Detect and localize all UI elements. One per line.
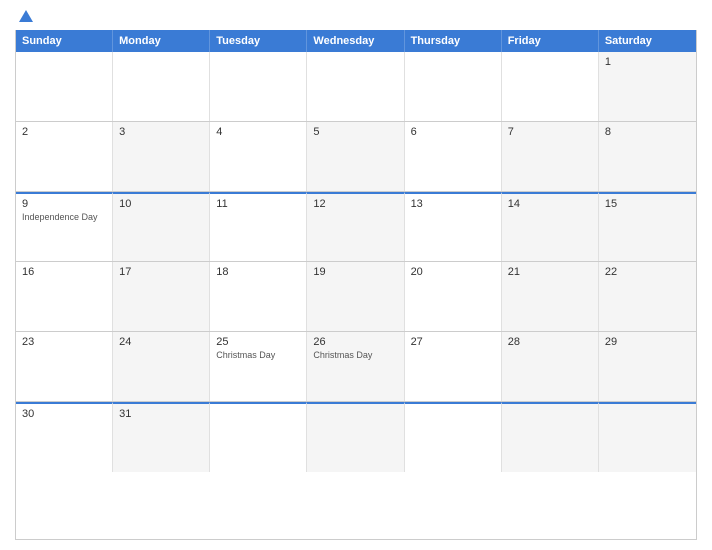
calendar-cell-r5-c1: 31: [113, 402, 210, 472]
calendar-cell-r2-c3: 12: [307, 192, 404, 261]
day-number: 8: [605, 126, 690, 138]
calendar-cell-r5-c5: [502, 402, 599, 472]
weekday-header-friday: Friday: [502, 30, 599, 52]
calendar-cell-r1-c3: 5: [307, 122, 404, 191]
calendar-cell-r3-c0: 16: [16, 262, 113, 331]
calendar-grid: SundayMondayTuesdayWednesdayThursdayFrid…: [15, 30, 697, 540]
weekday-header-thursday: Thursday: [405, 30, 502, 52]
calendar-cell-r0-c3: [307, 52, 404, 121]
day-number: 7: [508, 126, 592, 138]
weekday-header-sunday: Sunday: [16, 30, 113, 52]
day-number: 19: [313, 266, 397, 278]
logo: [15, 10, 33, 22]
day-number: 1: [605, 56, 690, 68]
calendar-row-2: 9 Independence Day 10 11 12 13 14 15: [16, 192, 696, 262]
day-number: 9: [22, 198, 106, 210]
calendar-cell-r5-c3: [307, 402, 404, 472]
calendar-cell-r4-c0: 23: [16, 332, 113, 401]
calendar-cell-r0-c0: [16, 52, 113, 121]
calendar-cell-r2-c5: 14: [502, 192, 599, 261]
weekday-header-tuesday: Tuesday: [210, 30, 307, 52]
day-number: 13: [411, 198, 495, 210]
calendar-body: 123456789Independence Day101112131415161…: [16, 52, 696, 472]
day-number: 16: [22, 266, 106, 278]
day-number: 12: [313, 198, 397, 210]
calendar-cell-r2-c0: 9 Independence Day: [16, 192, 113, 261]
calendar-cell-r1-c1: 3: [113, 122, 210, 191]
calendar-cell-r5-c0: 30: [16, 402, 113, 472]
calendar-cell-r3-c6: 22: [599, 262, 696, 331]
calendar-cell-r1-c6: 8: [599, 122, 696, 191]
calendar-cell-r4-c1: 24: [113, 332, 210, 401]
calendar-cell-r4-c5: 28: [502, 332, 599, 401]
day-number: 24: [119, 336, 203, 348]
day-number: 17: [119, 266, 203, 278]
calendar-cell-r4-c6: 29: [599, 332, 696, 401]
weekday-header-saturday: Saturday: [599, 30, 696, 52]
day-number: 14: [508, 198, 592, 210]
day-number: 30: [22, 408, 106, 420]
calendar-weekday-header: SundayMondayTuesdayWednesdayThursdayFrid…: [16, 30, 696, 52]
day-number: 29: [605, 336, 690, 348]
day-number: 3: [119, 126, 203, 138]
day-number: 28: [508, 336, 592, 348]
calendar-row-3: 16 17 18 19 20 21 22: [16, 262, 696, 332]
weekday-header-monday: Monday: [113, 30, 210, 52]
day-number: 27: [411, 336, 495, 348]
calendar-row-5: 30 31: [16, 402, 696, 472]
calendar-cell-r0-c4: [405, 52, 502, 121]
header: [15, 10, 697, 22]
calendar-cell-r5-c2: [210, 402, 307, 472]
calendar-cell-r4-c3: 26 Christmas Day: [307, 332, 404, 401]
calendar-cell-r3-c1: 17: [113, 262, 210, 331]
day-number: 20: [411, 266, 495, 278]
calendar-cell-r4-c2: 25 Christmas Day: [210, 332, 307, 401]
calendar-cell-r1-c5: 7: [502, 122, 599, 191]
day-number: 21: [508, 266, 592, 278]
calendar-page: SundayMondayTuesdayWednesdayThursdayFrid…: [0, 0, 712, 550]
calendar-cell-r4-c4: 27: [405, 332, 502, 401]
day-number: 26: [313, 336, 397, 348]
calendar-cell-r0-c2: [210, 52, 307, 121]
calendar-cell-r5-c6: [599, 402, 696, 472]
calendar-cell-r0-c1: [113, 52, 210, 121]
calendar-cell-r3-c4: 20: [405, 262, 502, 331]
weekday-header-wednesday: Wednesday: [307, 30, 404, 52]
day-number: 22: [605, 266, 690, 278]
calendar-row-0: 1: [16, 52, 696, 122]
calendar-cell-r1-c4: 6: [405, 122, 502, 191]
day-number: 5: [313, 126, 397, 138]
calendar-cell-r1-c2: 4: [210, 122, 307, 191]
calendar-cell-r1-c0: 2: [16, 122, 113, 191]
calendar-cell-r2-c4: 13: [405, 192, 502, 261]
day-number: 11: [216, 198, 300, 210]
day-number: 2: [22, 126, 106, 138]
day-number: 25: [216, 336, 300, 348]
day-number: 6: [411, 126, 495, 138]
day-number: 4: [216, 126, 300, 138]
calendar-cell-r2-c2: 11: [210, 192, 307, 261]
calendar-row-4: 23 24 25 Christmas Day 26 Christmas Day 27 28 29: [16, 332, 696, 402]
calendar-cell-r0-c6: 1: [599, 52, 696, 121]
calendar-cell-r5-c4: [405, 402, 502, 472]
holiday-label: Christmas Day: [313, 350, 397, 361]
calendar-row-1: 2 3 4 5 6 7 8: [16, 122, 696, 192]
day-number: 18: [216, 266, 300, 278]
day-number: 31: [119, 408, 203, 420]
calendar-cell-r2-c1: 10: [113, 192, 210, 261]
logo-blue-text: [15, 10, 33, 22]
holiday-label: Christmas Day: [216, 350, 300, 361]
holiday-label: Independence Day: [22, 212, 106, 223]
calendar-cell-r3-c3: 19: [307, 262, 404, 331]
calendar-cell-r3-c2: 18: [210, 262, 307, 331]
calendar-cell-r0-c5: [502, 52, 599, 121]
day-number: 10: [119, 198, 203, 210]
calendar-cell-r2-c6: 15: [599, 192, 696, 261]
day-number: 15: [605, 198, 690, 210]
day-number: 23: [22, 336, 106, 348]
calendar-cell-r3-c5: 21: [502, 262, 599, 331]
logo-triangle-icon: [19, 10, 33, 22]
